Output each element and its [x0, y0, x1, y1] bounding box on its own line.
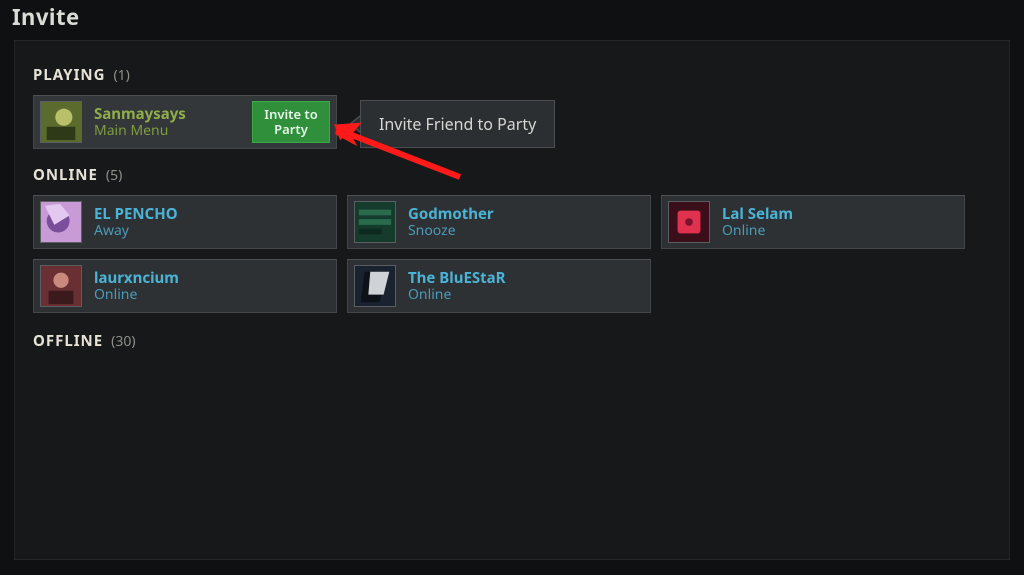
section-count: (30)	[111, 332, 135, 351]
avatar	[40, 201, 82, 243]
friend-status: Online	[408, 287, 505, 304]
online-grid: EL PENCHO Away Godmother Snooze	[33, 195, 991, 313]
friend-status: Main Menu	[94, 123, 186, 140]
section-label: ONLINE	[33, 165, 98, 185]
avatar	[668, 201, 710, 243]
section-count: (5)	[106, 166, 122, 185]
friend-name: Lal Selam	[722, 205, 793, 223]
avatar	[40, 101, 82, 143]
friend-status: Snooze	[408, 223, 494, 240]
invite-tooltip: Invite Friend to Party	[360, 100, 555, 148]
invite-to-party-button[interactable]: Invite to Party	[252, 101, 330, 143]
friend-status: Online	[722, 223, 793, 240]
friend-card[interactable]: Sanmaysays Main Menu Invite to Party	[33, 95, 337, 149]
avatar	[354, 201, 396, 243]
section-header-offline: OFFLINE (30)	[33, 331, 991, 351]
invite-line2: Party	[274, 120, 308, 138]
friend-name: Godmother	[408, 205, 494, 223]
avatar	[354, 265, 396, 307]
friend-card[interactable]: laurxncium Online	[33, 259, 337, 313]
friend-name: Sanmaysays	[94, 105, 186, 123]
friend-card[interactable]: The BluEStaR Online	[347, 259, 651, 313]
section-header-online: ONLINE (5)	[33, 165, 991, 185]
friend-status: Online	[94, 287, 179, 304]
section-count: (1)	[113, 66, 129, 85]
page-title: Invite	[12, 2, 80, 32]
section-header-playing: PLAYING (1)	[33, 65, 991, 85]
friend-card[interactable]: Godmother Snooze	[347, 195, 651, 249]
friend-name: EL PENCHO	[94, 205, 178, 223]
section-label: PLAYING	[33, 65, 105, 85]
friend-name: The BluEStaR	[408, 269, 505, 287]
friend-card[interactable]: Lal Selam Online	[661, 195, 965, 249]
avatar	[40, 265, 82, 307]
friend-name: laurxncium	[94, 269, 179, 287]
friend-card[interactable]: EL PENCHO Away	[33, 195, 337, 249]
friend-status: Away	[94, 223, 178, 240]
tooltip-text: Invite Friend to Party	[379, 113, 536, 135]
tooltip-arrow-icon	[349, 115, 360, 133]
section-label: OFFLINE	[33, 331, 103, 351]
